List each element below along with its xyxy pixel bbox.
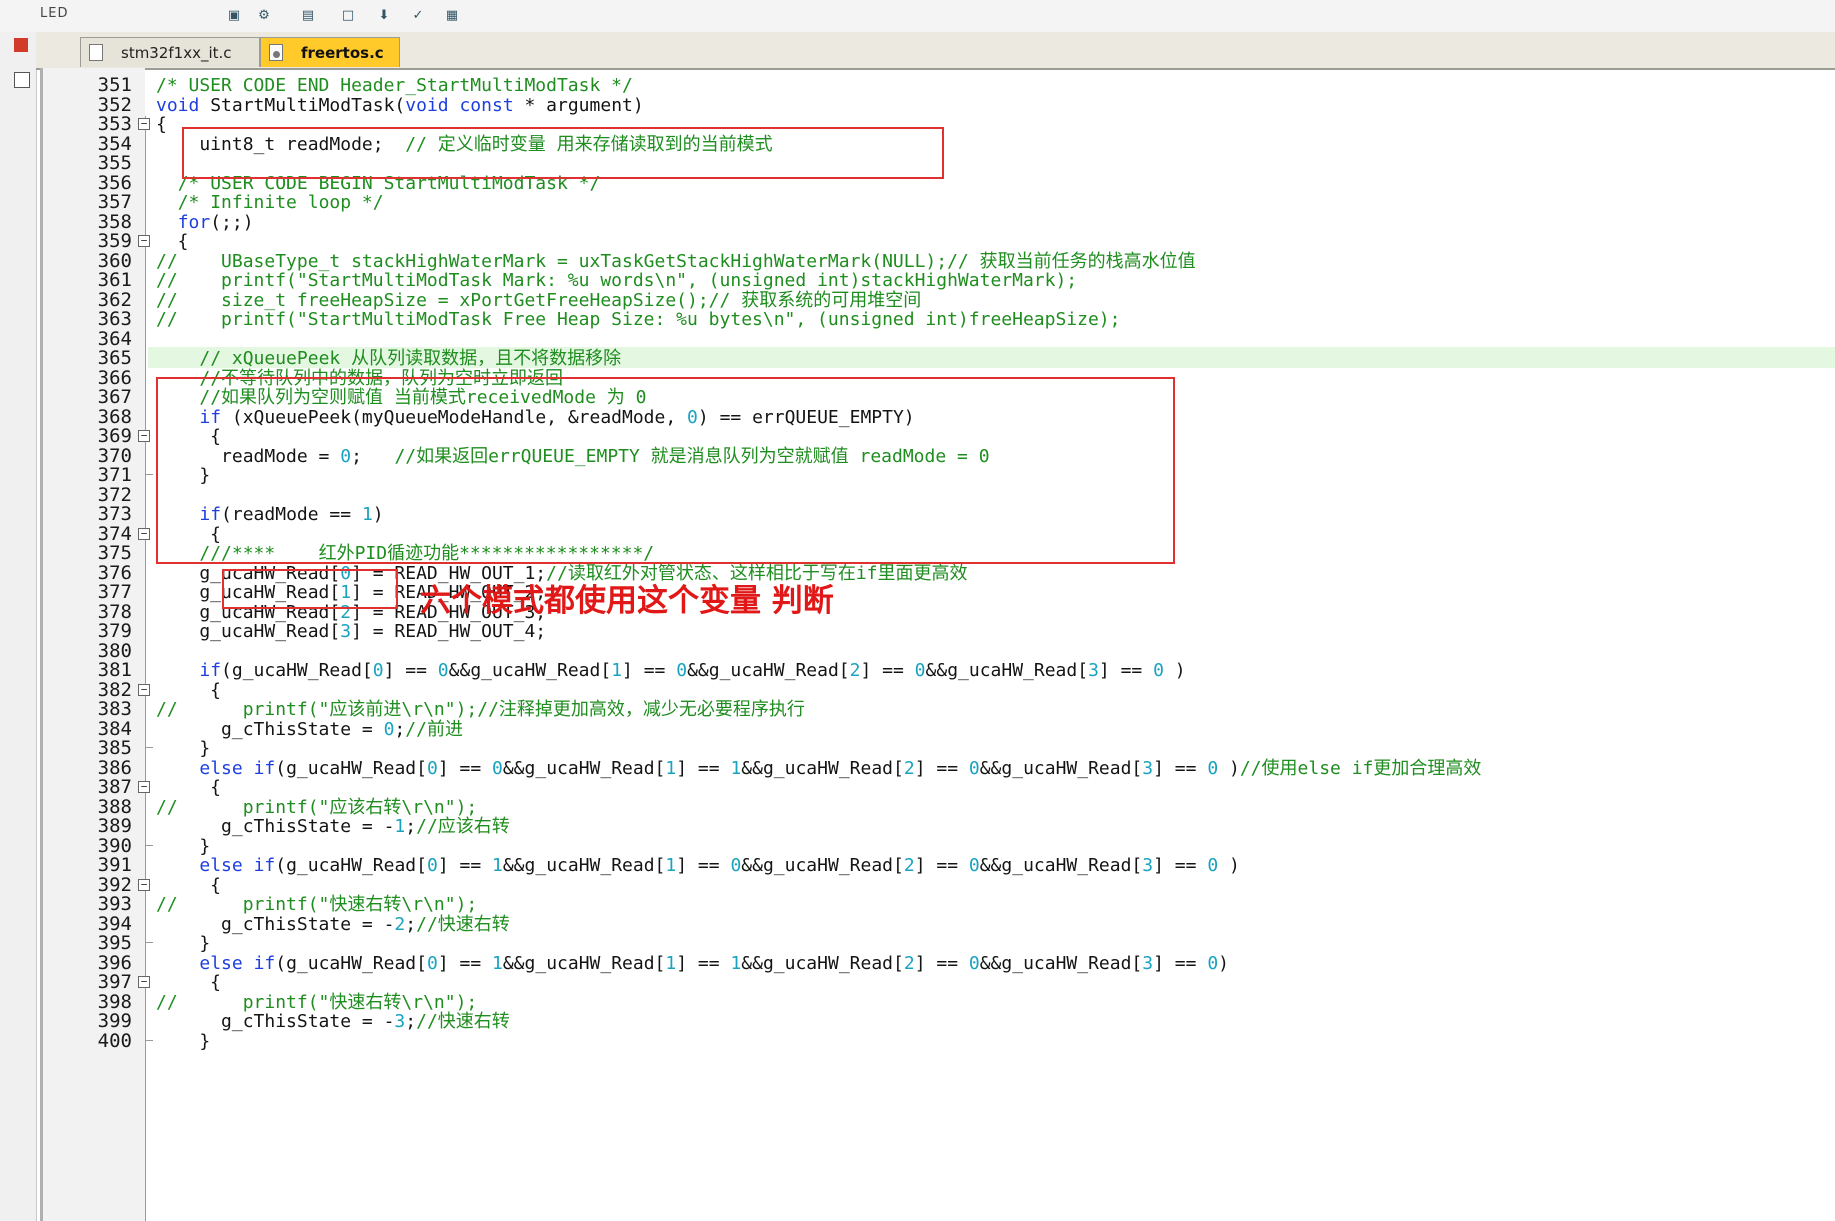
build-icon[interactable]: ▣: [226, 8, 242, 24]
tab-label: stm32f1xx_it.c: [121, 44, 232, 62]
tab-stm32f1xx-it[interactable]: stm32f1xx_it.c: [80, 37, 260, 67]
fold-end-marker: [145, 747, 153, 748]
fold-end-marker: [145, 844, 153, 846]
fold-end-marker: [145, 474, 153, 475]
layout-icon[interactable]: ▤: [300, 8, 316, 24]
highlight-box-queue-peek: [156, 377, 1175, 564]
code-text: }: [156, 1030, 211, 1052]
file-gear-icon: [269, 44, 283, 61]
settings-icon[interactable]: ▦: [444, 8, 460, 24]
code-editor[interactable]: 351/* USER CODE END Header_StartMultiMod…: [0, 74, 1835, 1221]
fold-toggle-icon[interactable]: −: [138, 683, 150, 696]
fold-toggle-icon[interactable]: −: [138, 118, 150, 130]
code-line[interactable]: 400 }: [0, 1030, 1835, 1053]
tab-label: freertos.c: [301, 44, 384, 62]
download-icon[interactable]: ⬇: [376, 8, 392, 24]
highlight-box-declaration: [182, 127, 944, 179]
file-icon: [89, 44, 103, 61]
fold-toggle-icon[interactable]: −: [138, 878, 150, 891]
window-icon[interactable]: □: [340, 8, 356, 24]
highlight-box-condition: [222, 569, 398, 609]
line-number: 400: [97, 1029, 132, 1052]
fold-toggle-icon[interactable]: −: [138, 527, 150, 540]
tab-freertos[interactable]: freertos.c: [260, 37, 400, 67]
fold-toggle-icon[interactable]: −: [138, 976, 150, 988]
fold-toggle-icon[interactable]: −: [138, 781, 150, 793]
debug-icon[interactable]: ✓: [410, 8, 426, 24]
fold-end-marker: [145, 942, 153, 943]
red-marker-icon: [14, 38, 28, 52]
toolbar-label: LED: [40, 6, 69, 21]
editor-tab-bar: stm32f1xx_it.c freertos.c: [36, 32, 1835, 70]
fold-toggle-icon[interactable]: −: [138, 430, 150, 442]
annotation-text: 六个模式都使用这个变量 判断: [420, 583, 834, 619]
toolbar: LED ▣ ⚙ ▤ □ ⬇ ✓ ▦: [0, 0, 1835, 33]
options-icon[interactable]: ⚙: [256, 8, 272, 24]
fold-toggle-icon[interactable]: −: [138, 235, 150, 247]
fold-end-marker: [145, 1039, 153, 1041]
